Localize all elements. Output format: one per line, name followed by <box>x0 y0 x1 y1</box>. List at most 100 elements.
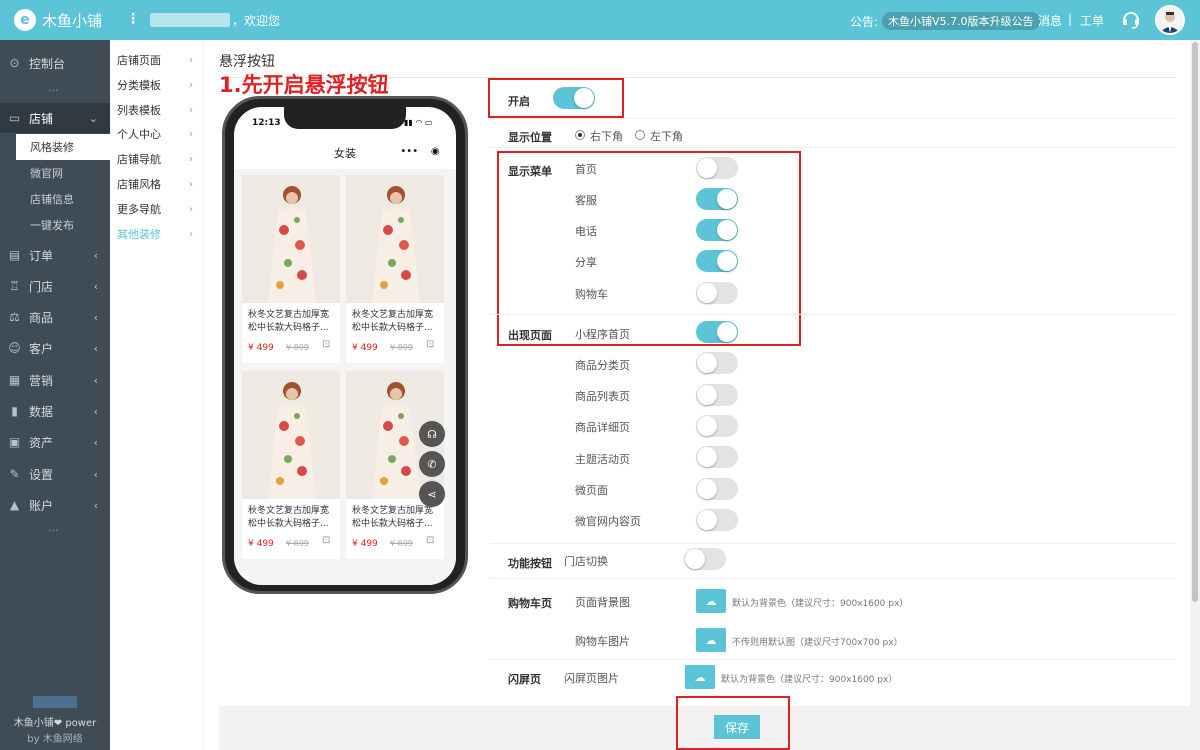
dashboard-icon: ⊙ <box>9 55 20 70</box>
blurred-logo <box>33 696 77 708</box>
cloud-upload-icon: ☁ <box>705 633 717 647</box>
sidebar-sub-publish[interactable]: 一键发布 <box>16 212 110 238</box>
sidebar-item-marketing[interactable]: ▦ 营销 ‹ <box>0 365 110 395</box>
submenu-item-other[interactable]: 其他装修 › <box>117 222 197 246</box>
product-card: 秋冬文艺复古加厚宽松中长款大码格子... ¥ 499 ¥ 899 ⊡ <box>242 175 340 363</box>
more-dots-icon: ••• <box>400 145 419 157</box>
avatar-person-icon <box>1160 12 1180 33</box>
page-micro-switch[interactable] <box>696 478 738 500</box>
headset-icon[interactable] <box>1120 8 1142 30</box>
menu-share-switch[interactable] <box>696 250 738 272</box>
phone-screen: 12:13 ▮▮ ◠ ▭ 女装 ••• ◉ 秋冬文艺复古加厚宽松中长款大码格子.… <box>234 107 456 585</box>
logo[interactable]: e 木鱼小铺 <box>14 9 102 31</box>
dress-model-image <box>346 175 444 303</box>
func-label: 功能按钮 <box>508 557 552 570</box>
sidebar-item-customers[interactable]: ☺ 客户 ‹ <box>0 333 110 363</box>
product-price: ¥ 499 <box>352 539 378 549</box>
notice-link[interactable]: 木鱼小铺V5.7.0版本升级公告 <box>882 12 1040 30</box>
splash-label: 闪屏页 <box>508 673 541 686</box>
sidebar-item-orders[interactable]: ▤ 订单 ‹ <box>0 240 110 270</box>
sidebar-item-account[interactable]: ▲ 账户 ‹ <box>0 490 110 520</box>
notice: 公告: 木鱼小铺V5.7.0版本升级公告 <box>850 12 1040 30</box>
page-activity-label: 主题活动页 <box>575 453 630 466</box>
sidebar-sub-microsite[interactable]: 微官网 <box>16 160 110 186</box>
sidebar-item-store[interactable]: ▭ 店铺 ⌄ <box>0 103 110 133</box>
radio-left-bottom[interactable] <box>635 130 645 140</box>
submenu-label: 店铺风格 <box>117 178 161 191</box>
chevron-right-icon: › <box>189 128 193 140</box>
sidebar-item-products[interactable]: ⚖ 商品 ‹ <box>0 302 110 332</box>
menu-cart-switch[interactable] <box>696 282 738 304</box>
chevron-left-icon: ‹ <box>93 404 98 418</box>
sidebar-item-stores[interactable]: ♖ 门店 ‹ <box>0 271 110 301</box>
product-grid: 秋冬文艺复古加厚宽松中长款大码格子... ¥ 499 ¥ 899 ⊡ 秋冬文艺复… <box>234 169 456 585</box>
row-divider <box>490 118 1176 119</box>
sidebar-item-label: 数据 <box>29 404 54 419</box>
dress-model-image <box>242 175 340 303</box>
float-share-icon[interactable]: ⋖ <box>419 481 445 507</box>
decoration-submenu: 店铺页面 › 分类模板 › 列表模板 › 个人中心 › 店铺导航 › 店铺风格 › 更多导航… <box>110 40 204 750</box>
sidebar-item-label: 资产 <box>29 435 54 450</box>
sidebar-item-settings[interactable]: ✎ 设置 ‹ <box>0 459 110 489</box>
cart-icon[interactable]: ⊡ <box>426 535 434 546</box>
product-image <box>242 175 340 303</box>
submenu-item-profile[interactable]: 个人中心 › <box>117 122 197 146</box>
cart-img-upload-button[interactable]: ☁ <box>696 628 726 652</box>
cart-icon[interactable]: ⊡ <box>426 339 434 350</box>
submenu-label: 更多导航 <box>117 203 161 216</box>
submenu-item-list[interactable]: 列表模板 › <box>117 98 197 122</box>
cart-icon[interactable]: ⊡ <box>322 535 330 546</box>
submenu-item-store-page[interactable]: 店铺页面 › <box>117 48 197 72</box>
phone-notch <box>284 107 406 129</box>
page-category-switch[interactable] <box>696 352 738 374</box>
float-service-icon[interactable]: ☊ <box>419 421 445 447</box>
page-detail-switch[interactable] <box>696 415 738 437</box>
submenu-item-nav[interactable]: 店铺导航 › <box>117 147 197 171</box>
user-avatar[interactable] <box>1155 5 1185 35</box>
sidebar-item-data[interactable]: ▮ 数据 ‹ <box>0 396 110 426</box>
chevron-right-icon: › <box>189 178 193 190</box>
tickets-link[interactable]: 工单 <box>1080 12 1104 29</box>
sidebar-item-label: 营销 <box>29 373 54 388</box>
radio-right-bottom[interactable] <box>575 130 585 140</box>
menu-home-switch[interactable] <box>696 157 738 179</box>
messages-link[interactable]: 消息 <box>1038 12 1062 29</box>
sidebar-item-label: 账户 <box>29 498 54 513</box>
store-icon: ▭ <box>8 110 21 125</box>
enable-switch[interactable] <box>553 87 595 109</box>
menu-label: 显示菜单 <box>508 165 552 178</box>
sidebar-item-assets[interactable]: ▣ 资产 ‹ <box>0 427 110 457</box>
page-activity-switch[interactable] <box>696 446 738 468</box>
submenu-item-style[interactable]: 店铺风格 › <box>117 172 197 196</box>
chevron-left-icon: ‹ <box>93 467 98 481</box>
scrollbar-thumb[interactable] <box>1192 42 1198 602</box>
chevron-left-icon: ‹ <box>93 435 98 449</box>
product-price: ¥ 499 <box>248 343 274 353</box>
stores-icon: ♖ <box>9 278 20 293</box>
submenu-item-more-nav[interactable]: 更多导航 › <box>117 197 197 221</box>
page-microsite-switch[interactable] <box>696 509 738 531</box>
menu-phone-switch[interactable] <box>696 219 738 241</box>
page-microsite-label: 微官网内容页 <box>575 515 641 528</box>
sidebar-divider-dots: ··· <box>48 524 59 537</box>
page-list-label: 商品列表页 <box>575 390 630 403</box>
cart-bg-label: 页面背景图 <box>575 596 630 609</box>
sidebar-sub-style[interactable]: 风格装修 <box>16 134 110 160</box>
menu-service-switch[interactable] <box>696 188 738 210</box>
sidebar-item-dashboard[interactable]: ⊙ 控制台 <box>0 48 110 78</box>
float-phone-icon[interactable]: ✆ <box>419 451 445 477</box>
chevron-left-icon: ‹ <box>93 498 98 512</box>
splash-upload-button[interactable]: ☁ <box>685 665 715 689</box>
cart-bg-upload-button[interactable]: ☁ <box>696 589 726 613</box>
product-desc: 秋冬文艺复古加厚宽松中长款大码格子... <box>248 506 330 529</box>
menu-toggle-icon[interactable]: ⋮ <box>126 11 140 27</box>
page-home-switch[interactable] <box>696 321 738 343</box>
annotation-box-menu <box>497 151 801 346</box>
top-bar: e 木鱼小铺 ⋮ ，欢迎您 公告: 木鱼小铺V5.7.0版本升级公告 消息 | … <box>0 0 1200 40</box>
submenu-item-category[interactable]: 分类模板 › <box>117 73 197 97</box>
cart-icon[interactable]: ⊡ <box>322 339 330 350</box>
func-store-switch[interactable] <box>684 548 726 570</box>
sidebar-sub-store-info[interactable]: 店铺信息 <box>16 186 110 212</box>
sidebar-item-label: 店铺 <box>29 111 54 126</box>
page-list-switch[interactable] <box>696 384 738 406</box>
